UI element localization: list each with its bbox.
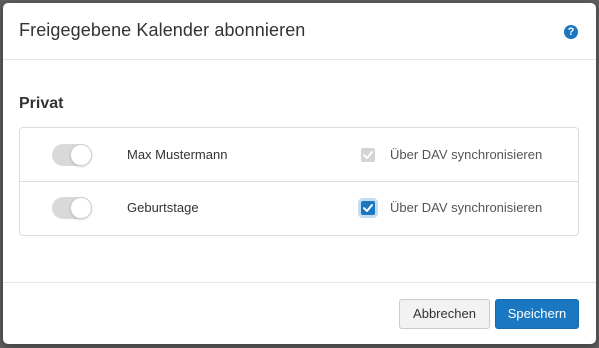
calendar-name: Geburtstage — [127, 200, 199, 215]
subscribe-toggle[interactable] — [52, 197, 92, 219]
subscribe-toggle[interactable] — [52, 144, 92, 166]
section-title: Privat — [19, 95, 64, 112]
dialog-footer: Abbrechen Speichern — [3, 282, 596, 344]
save-button[interactable]: Speichern — [495, 299, 579, 329]
dav-sync-label: Über DAV synchronisieren — [390, 147, 543, 162]
dav-sync-label[interactable]: Über DAV synchronisieren — [390, 200, 542, 215]
dialog-title: Freigegebene Kalender abonnieren — [19, 20, 306, 40]
toggle-knob — [70, 197, 92, 219]
toggle-knob — [70, 144, 92, 166]
help-icon[interactable]: ? — [564, 25, 578, 39]
calendar-list: Max Mustermann Über DAV synchronisieren … — [19, 127, 579, 236]
cancel-button[interactable]: Abbrechen — [399, 299, 490, 329]
dav-sync-checkbox[interactable] — [361, 201, 375, 215]
subscribe-shared-calendars-dialog: Freigegebene Kalender abonnieren ? Priva… — [3, 3, 596, 344]
checkmark-icon — [363, 204, 373, 212]
calendar-row: Geburtstage Über DAV synchronisieren — [20, 182, 578, 235]
calendar-name: Max Mustermann — [127, 147, 228, 162]
checkmark-icon — [363, 151, 373, 159]
dialog-header: Freigegebene Kalender abonnieren ? — [3, 3, 596, 60]
calendar-row: Max Mustermann Über DAV synchronisieren — [20, 128, 578, 182]
dav-sync-checkbox — [361, 148, 375, 162]
